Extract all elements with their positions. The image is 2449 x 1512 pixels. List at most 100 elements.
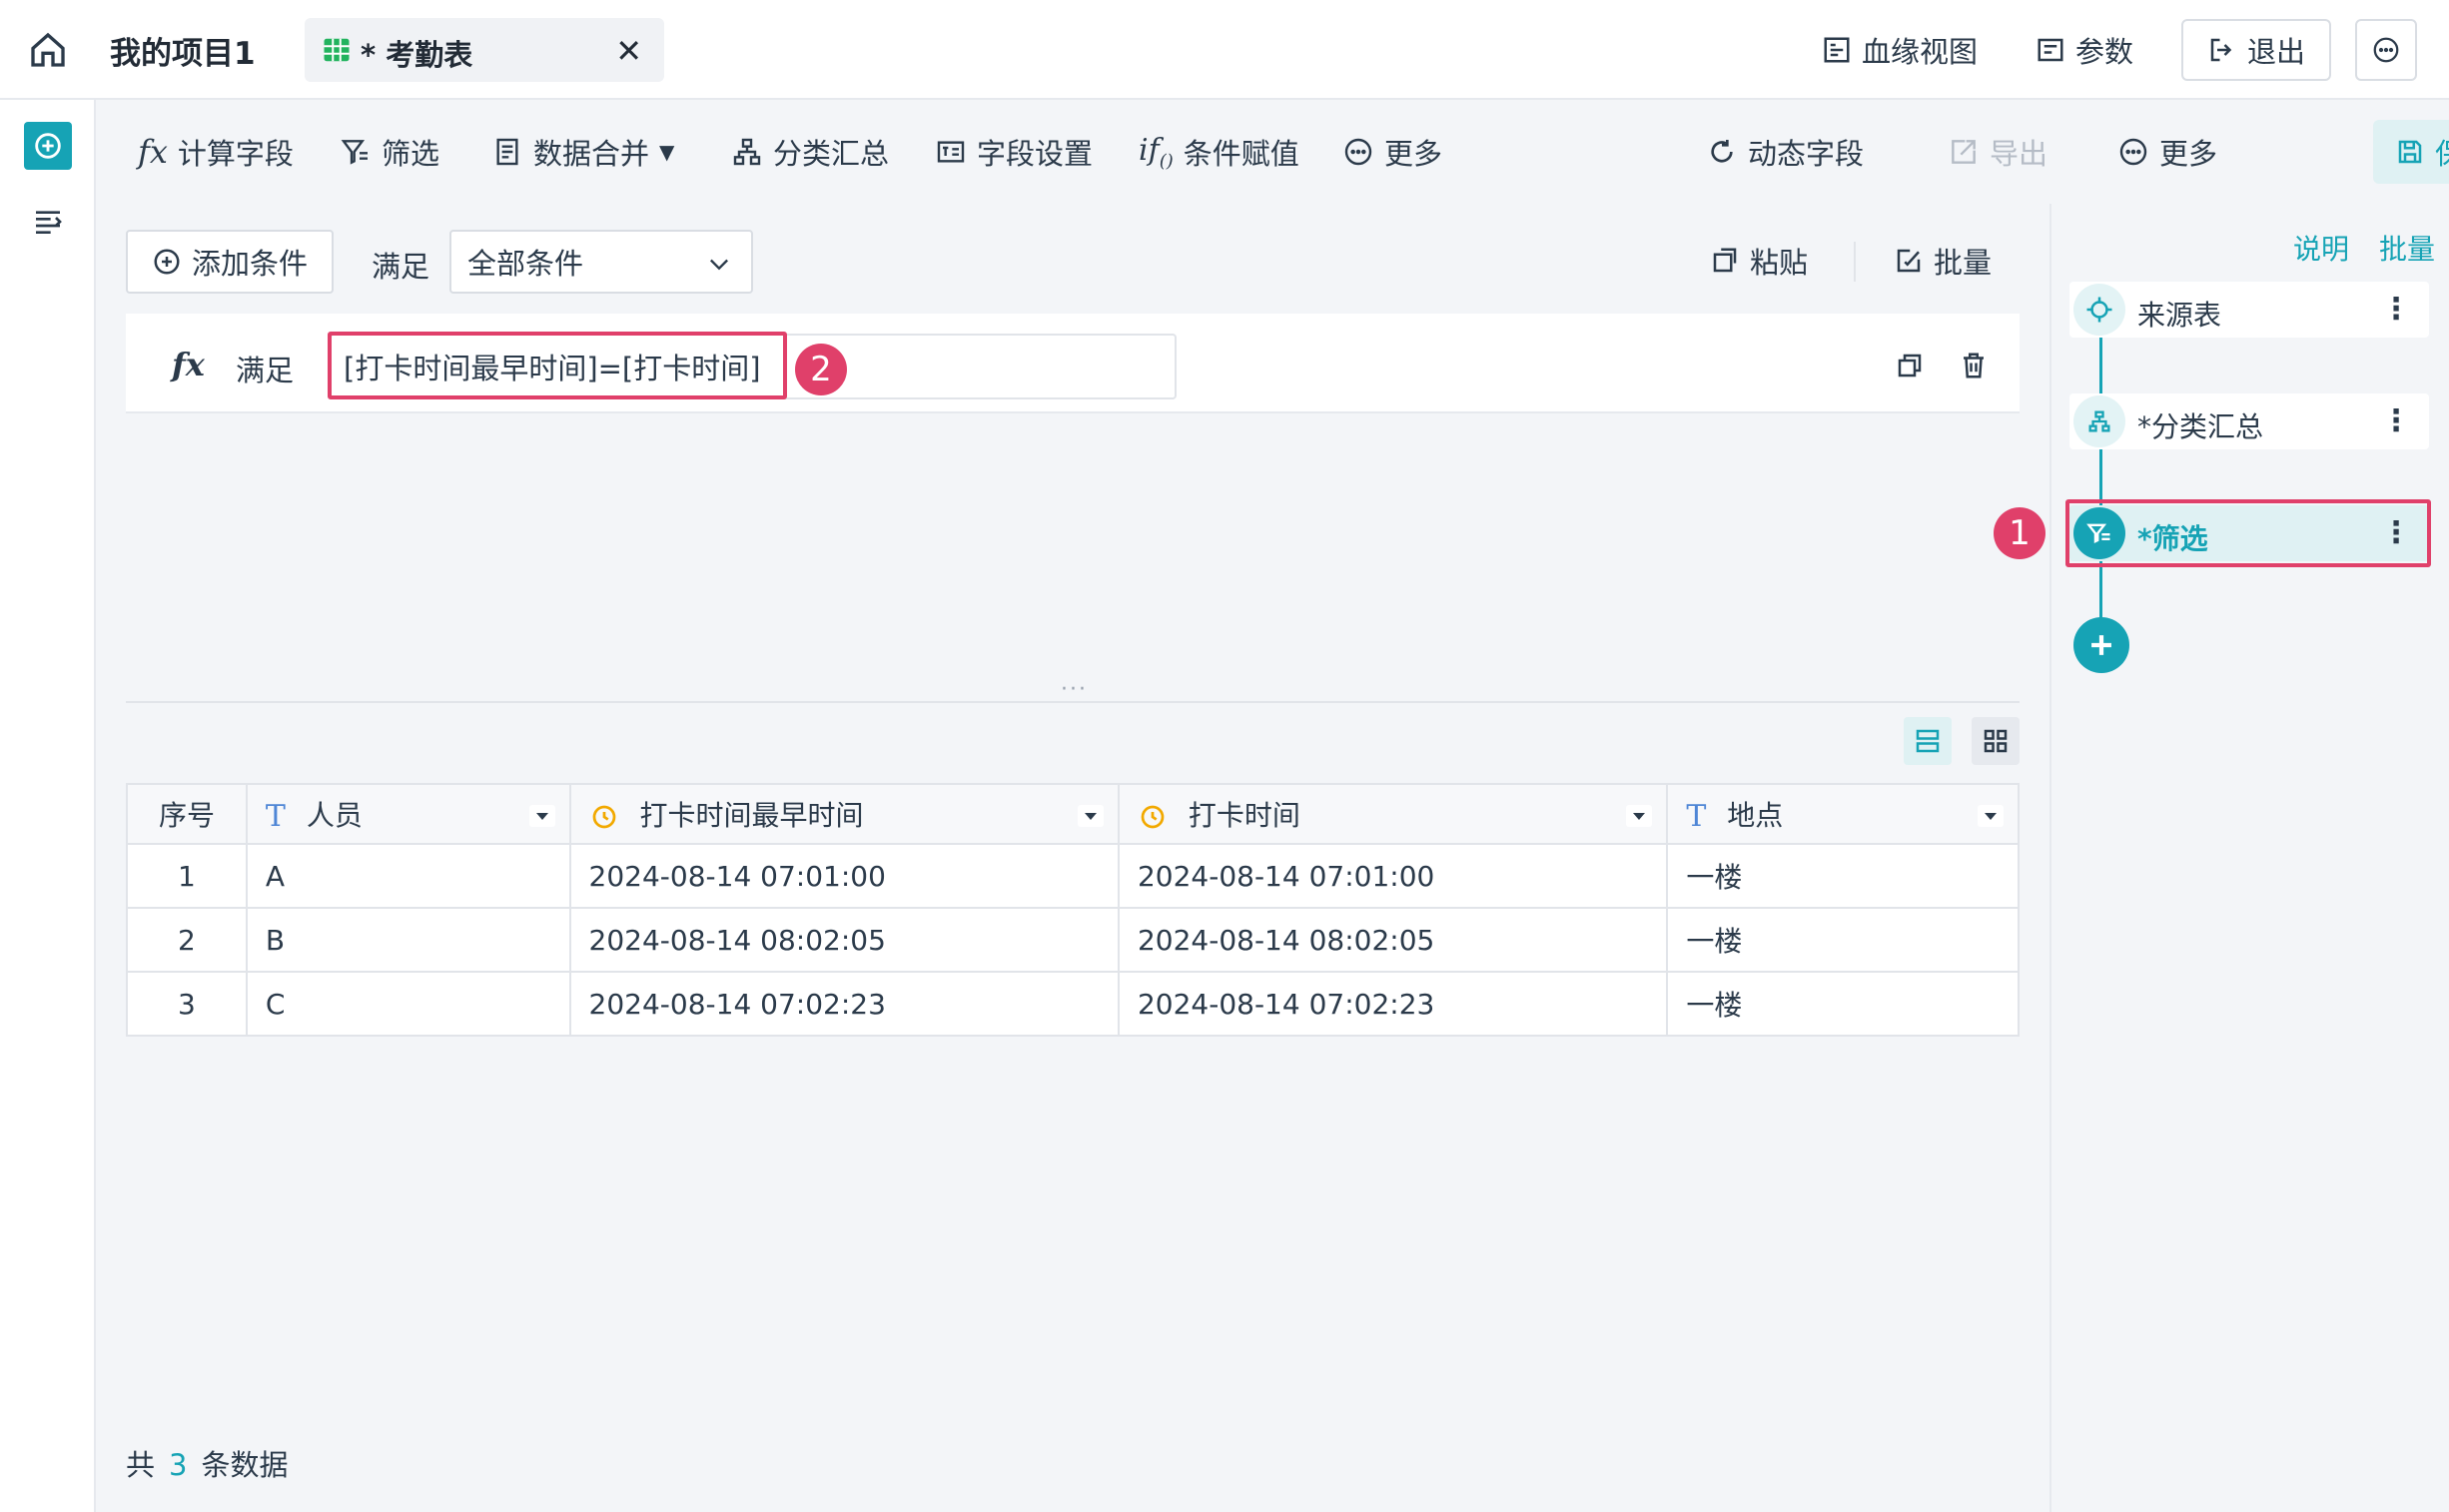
field-settings-icon xyxy=(937,141,965,163)
dropdown-icon[interactable] xyxy=(1077,805,1104,827)
save-button[interactable]: 保存 xyxy=(2373,120,2449,184)
export-icon xyxy=(1952,140,1976,164)
lineage-view-button[interactable]: 血缘视图 xyxy=(1822,22,1978,78)
table-cell: 一楼 xyxy=(1666,971,2020,1037)
col-header-label: 序号 xyxy=(158,799,215,832)
help-link[interactable]: 说明 xyxy=(2293,228,2349,268)
close-icon[interactable]: ✕ xyxy=(615,32,642,70)
exit-label: 退出 xyxy=(2247,35,2306,69)
satisfy-label: 满足 xyxy=(372,250,430,284)
trash-icon[interactable] xyxy=(1958,350,1990,381)
table-cell: 2024-08-14 08:02:05 xyxy=(568,907,1120,973)
condition-select[interactable]: 全部条件 xyxy=(449,230,753,294)
dynamic-field-label: 动态字段 xyxy=(1748,137,1865,171)
dropdown-icon[interactable] xyxy=(1978,805,2004,827)
record-count-prefix: 共 xyxy=(126,1448,156,1482)
clock-icon xyxy=(1141,805,1165,829)
flow-node-group-summary[interactable]: *分类汇总 ⋮ xyxy=(2069,393,2429,449)
lineage-view-label: 血缘视图 xyxy=(1862,35,1979,69)
record-count: 共 3 条数据 xyxy=(126,1442,288,1484)
kebab-menu-icon[interactable]: ⋮ xyxy=(2381,403,2411,438)
export-button[interactable]: 导出 xyxy=(1948,130,2047,174)
exit-icon xyxy=(2210,38,2232,62)
plus-icon xyxy=(2091,635,2111,655)
col-header-clock-time[interactable]: 打卡时间 xyxy=(1117,783,1669,845)
col-header-person[interactable]: T 人员 xyxy=(245,783,571,845)
flow-batch-link[interactable]: 批量 xyxy=(2379,228,2435,268)
plus-circle-icon xyxy=(154,249,180,275)
col-header-earliest-time[interactable]: 打卡时间最早时间 xyxy=(568,783,1120,845)
annotation-highlight-1 xyxy=(2065,499,2431,567)
split-grip-icon[interactable]: ··· xyxy=(1061,677,1088,702)
dropdown-icon[interactable] xyxy=(1626,805,1653,827)
flow-add-node-button[interactable] xyxy=(2073,617,2129,673)
more-options-button[interactable] xyxy=(2355,19,2417,81)
text-type-icon: T xyxy=(1686,799,1707,835)
flow-connector-line xyxy=(2099,330,2102,629)
col-header-location[interactable]: T 地点 xyxy=(1666,783,2020,845)
clock-icon xyxy=(592,805,615,829)
more-right-button[interactable]: 更多 xyxy=(2117,130,2217,174)
chevron-down-icon xyxy=(710,259,728,271)
table-cell: 1 xyxy=(126,843,248,909)
fx-icon: fx xyxy=(138,133,168,171)
add-condition-label: 添加条件 xyxy=(191,247,308,281)
table-cell: 2 xyxy=(126,907,248,973)
record-count-number: 3 xyxy=(169,1448,188,1482)
table-view-icon[interactable] xyxy=(1904,717,1952,765)
filter-button[interactable]: 筛选 xyxy=(340,130,439,174)
filter-icon xyxy=(341,140,368,165)
kebab-menu-icon[interactable]: ⋮ xyxy=(2381,292,2411,327)
copy-icon[interactable] xyxy=(1894,350,1926,381)
more-circle-icon xyxy=(1344,138,1372,166)
col-header-label: 打卡时间 xyxy=(1188,799,1300,832)
filter-label: 筛选 xyxy=(382,137,440,171)
more-circle-icon xyxy=(2119,138,2147,166)
spreadsheet-icon xyxy=(321,34,353,66)
left-rail xyxy=(0,100,96,1512)
formula-satisfy-label: 满足 xyxy=(236,354,295,387)
more-circle-icon xyxy=(2373,37,2399,63)
top-header: 我的项目1 * 考勤表 ✕ 血缘视图 参数 退出 xyxy=(0,0,2449,100)
merge-data-label: 数据合并 xyxy=(533,137,650,171)
merge-data-button[interactable]: 数据合并 ▼ xyxy=(491,130,674,174)
more-left-button[interactable]: 更多 xyxy=(1342,130,1442,174)
paste-button[interactable]: 粘贴 xyxy=(1710,240,1808,282)
home-icon[interactable] xyxy=(26,28,70,72)
table-row: 3 C 2024-08-14 07:02:23 2024-08-14 07:02… xyxy=(126,971,2020,1037)
condition-select-value: 全部条件 xyxy=(467,247,584,281)
data-table: 序号 T 人员 打卡时间最早时间 打卡时间 T 地点 1 A 2024-08-1… xyxy=(126,783,2020,1037)
plus-circle-icon xyxy=(35,133,61,159)
table-cell: 一楼 xyxy=(1666,907,2020,973)
table-row: 2 B 2024-08-14 08:02:05 2024-08-14 08:02… xyxy=(126,907,2020,973)
calc-field-button[interactable]: fx 计算字段 xyxy=(138,130,294,174)
exit-button[interactable]: 退出 xyxy=(2181,19,2332,81)
more-left-label: 更多 xyxy=(1384,137,1443,171)
col-header-label: 人员 xyxy=(306,798,363,832)
batch-button[interactable]: 批量 xyxy=(1894,240,1992,282)
dropdown-icon[interactable] xyxy=(528,805,555,827)
add-node-button[interactable] xyxy=(24,122,72,170)
batch-label: 批量 xyxy=(1934,246,1993,280)
table-cell: C xyxy=(245,971,571,1037)
save-icon xyxy=(2398,140,2422,164)
hierarchy-icon xyxy=(733,138,761,166)
batch-edit-icon xyxy=(1897,249,1921,273)
if-icon: if() xyxy=(1139,132,1174,172)
field-settings-button[interactable]: 字段设置 xyxy=(935,130,1093,174)
hierarchy-icon xyxy=(2073,395,2125,447)
table-cell: 2024-08-14 07:01:00 xyxy=(1117,843,1669,909)
outline-icon[interactable] xyxy=(30,204,66,240)
more-right-label: 更多 xyxy=(2159,137,2218,171)
conditional-assign-button[interactable]: if() 条件赋值 xyxy=(1139,130,1299,174)
annotation-badge-1: 1 xyxy=(1994,507,2045,559)
add-condition-button[interactable]: 添加条件 xyxy=(126,230,334,294)
group-summary-button[interactable]: 分类汇总 xyxy=(731,130,889,174)
grid-view-icon[interactable] xyxy=(1972,717,2020,765)
flow-node-source-table[interactable]: 来源表 ⋮ xyxy=(2069,282,2429,338)
tab-attendance-sheet[interactable]: * 考勤表 ✕ xyxy=(305,18,664,82)
dynamic-field-button[interactable]: 动态字段 xyxy=(1706,130,1864,174)
group-summary-label: 分类汇总 xyxy=(773,137,890,171)
params-button[interactable]: 参数 xyxy=(2036,22,2133,78)
col-header-index: 序号 xyxy=(126,783,248,845)
